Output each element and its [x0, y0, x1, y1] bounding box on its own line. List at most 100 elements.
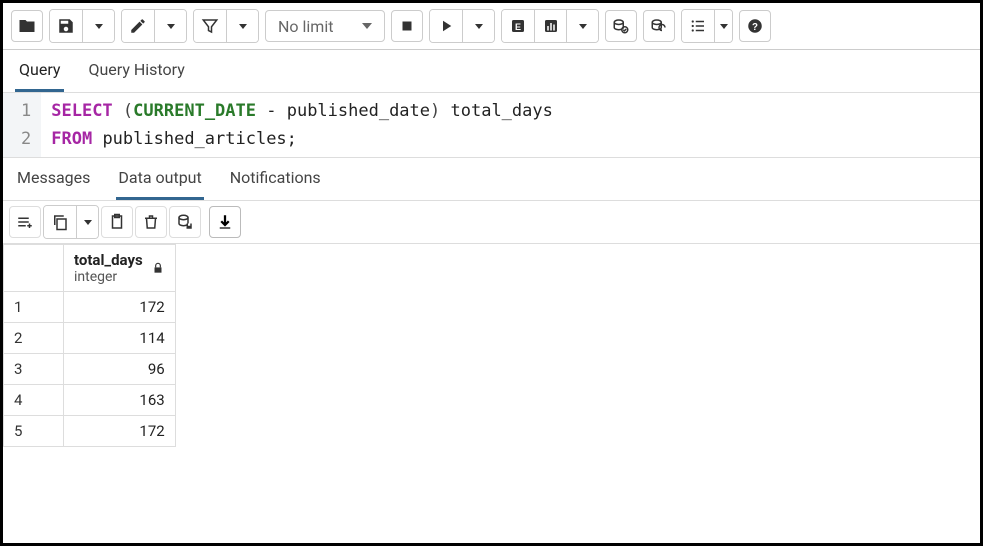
clipboard-icon — [108, 213, 126, 231]
table-row[interactable]: 5172 — [4, 416, 176, 447]
table-row[interactable]: 1172 — [4, 292, 176, 323]
folder-icon — [18, 17, 36, 35]
tab-data-output[interactable]: Data output — [116, 158, 203, 200]
row-limit-select[interactable]: No limit — [265, 10, 385, 42]
commit-button[interactable] — [605, 10, 637, 42]
copy-dropdown-button[interactable] — [76, 206, 98, 238]
paste-button[interactable] — [101, 206, 133, 238]
macro-dropdown-button[interactable] — [714, 10, 732, 42]
macro-button[interactable] — [682, 10, 714, 42]
explain-analyze-button[interactable] — [534, 10, 566, 42]
sql-alias: total_days — [440, 101, 553, 121]
database-save-icon — [176, 213, 194, 231]
tab-query-history[interactable]: Query History — [84, 50, 188, 92]
sql-keyword: SELECT — [51, 101, 112, 121]
row-number[interactable]: 5 — [4, 416, 64, 447]
cell-value[interactable]: 163 — [64, 385, 176, 416]
tab-notifications[interactable]: Notifications — [228, 158, 323, 200]
add-row-icon — [16, 213, 34, 231]
sql-text: - — [256, 101, 287, 121]
download-icon — [216, 213, 234, 231]
save-button[interactable] — [50, 10, 82, 42]
row-number[interactable]: 3 — [4, 354, 64, 385]
filter-button[interactable] — [194, 10, 226, 42]
rollback-button[interactable] — [643, 10, 675, 42]
commit-icon — [612, 17, 630, 35]
chevron-down-icon — [475, 24, 483, 29]
filter-group — [193, 9, 259, 43]
help-icon: ? — [746, 17, 764, 35]
column-type: integer — [74, 269, 143, 285]
sql-function: CURRENT_DATE — [133, 101, 256, 121]
table-row[interactable]: 4163 — [4, 385, 176, 416]
chevron-down-icon — [362, 23, 372, 29]
cell-value[interactable]: 172 — [64, 292, 176, 323]
edit-dropdown-button[interactable] — [154, 10, 186, 42]
editor-code[interactable]: SELECT (CURRENT_DATE - published_date) t… — [41, 93, 563, 157]
explain-dropdown-button[interactable] — [566, 10, 598, 42]
list-icon — [689, 17, 707, 35]
sql-paren: ( — [123, 101, 133, 121]
save-group — [49, 9, 115, 43]
cell-value[interactable]: 114 — [64, 323, 176, 354]
copy-group — [43, 205, 99, 239]
column-name: total_days — [74, 251, 143, 269]
cell-value[interactable]: 96 — [64, 354, 176, 385]
table-row[interactable]: 2114 — [4, 323, 176, 354]
sql-paren: ) — [430, 101, 440, 121]
sql-editor[interactable]: 1 2 SELECT (CURRENT_DATE - published_dat… — [3, 93, 980, 158]
copy-icon — [51, 213, 69, 231]
row-number[interactable]: 1 — [4, 292, 64, 323]
chevron-down-icon — [579, 24, 587, 29]
query-tabs: Query Query History — [3, 50, 980, 93]
stop-button[interactable] — [391, 10, 423, 42]
chevron-down-icon — [167, 24, 175, 29]
filter-dropdown-button[interactable] — [226, 10, 258, 42]
save-dropdown-button[interactable] — [82, 10, 114, 42]
download-button[interactable] — [209, 206, 241, 238]
svg-text:?: ? — [752, 22, 758, 33]
row-number[interactable]: 2 — [4, 323, 64, 354]
lock-icon — [151, 261, 165, 275]
help-button[interactable]: ? — [739, 10, 771, 42]
execute-button[interactable] — [430, 10, 462, 42]
row-header-corner[interactable] — [4, 245, 64, 292]
save-icon — [57, 17, 75, 35]
cell-value[interactable]: 172 — [64, 416, 176, 447]
play-icon — [437, 17, 455, 35]
open-file-button[interactable] — [11, 10, 43, 42]
chevron-down-icon — [720, 24, 728, 29]
filter-icon — [201, 17, 219, 35]
tab-query[interactable]: Query — [15, 50, 64, 92]
svg-text:E: E — [515, 22, 521, 32]
main-toolbar: No limit E ? — [3, 3, 980, 50]
row-number[interactable]: 4 — [4, 385, 64, 416]
bar-chart-icon — [542, 17, 560, 35]
line-number: 1 — [21, 97, 31, 125]
row-limit-label: No limit — [278, 17, 333, 36]
trash-icon — [142, 213, 160, 231]
copy-button[interactable] — [44, 206, 76, 238]
edit-button[interactable] — [122, 10, 154, 42]
rollback-icon — [650, 17, 668, 35]
explain-icon: E — [509, 17, 527, 35]
add-row-button[interactable] — [9, 206, 41, 238]
column-header[interactable]: total_days integer — [64, 245, 176, 292]
execute-group — [429, 9, 495, 43]
edit-group — [121, 9, 187, 43]
macro-group — [681, 9, 733, 43]
sql-keyword: FROM — [51, 129, 92, 149]
editor-gutter: 1 2 — [3, 93, 41, 157]
chevron-down-icon — [95, 24, 103, 29]
save-data-button[interactable] — [169, 206, 201, 238]
table-row[interactable]: 396 — [4, 354, 176, 385]
explain-group: E — [501, 9, 599, 43]
execute-dropdown-button[interactable] — [462, 10, 494, 42]
stop-icon — [398, 17, 416, 35]
sql-identifier: published_articles; — [92, 129, 297, 149]
tab-messages[interactable]: Messages — [15, 158, 92, 200]
result-grid: total_days integer 1172211439641635172 — [3, 244, 176, 447]
explain-button[interactable]: E — [502, 10, 534, 42]
delete-button[interactable] — [135, 206, 167, 238]
output-tabs: Messages Data output Notifications — [3, 158, 980, 200]
